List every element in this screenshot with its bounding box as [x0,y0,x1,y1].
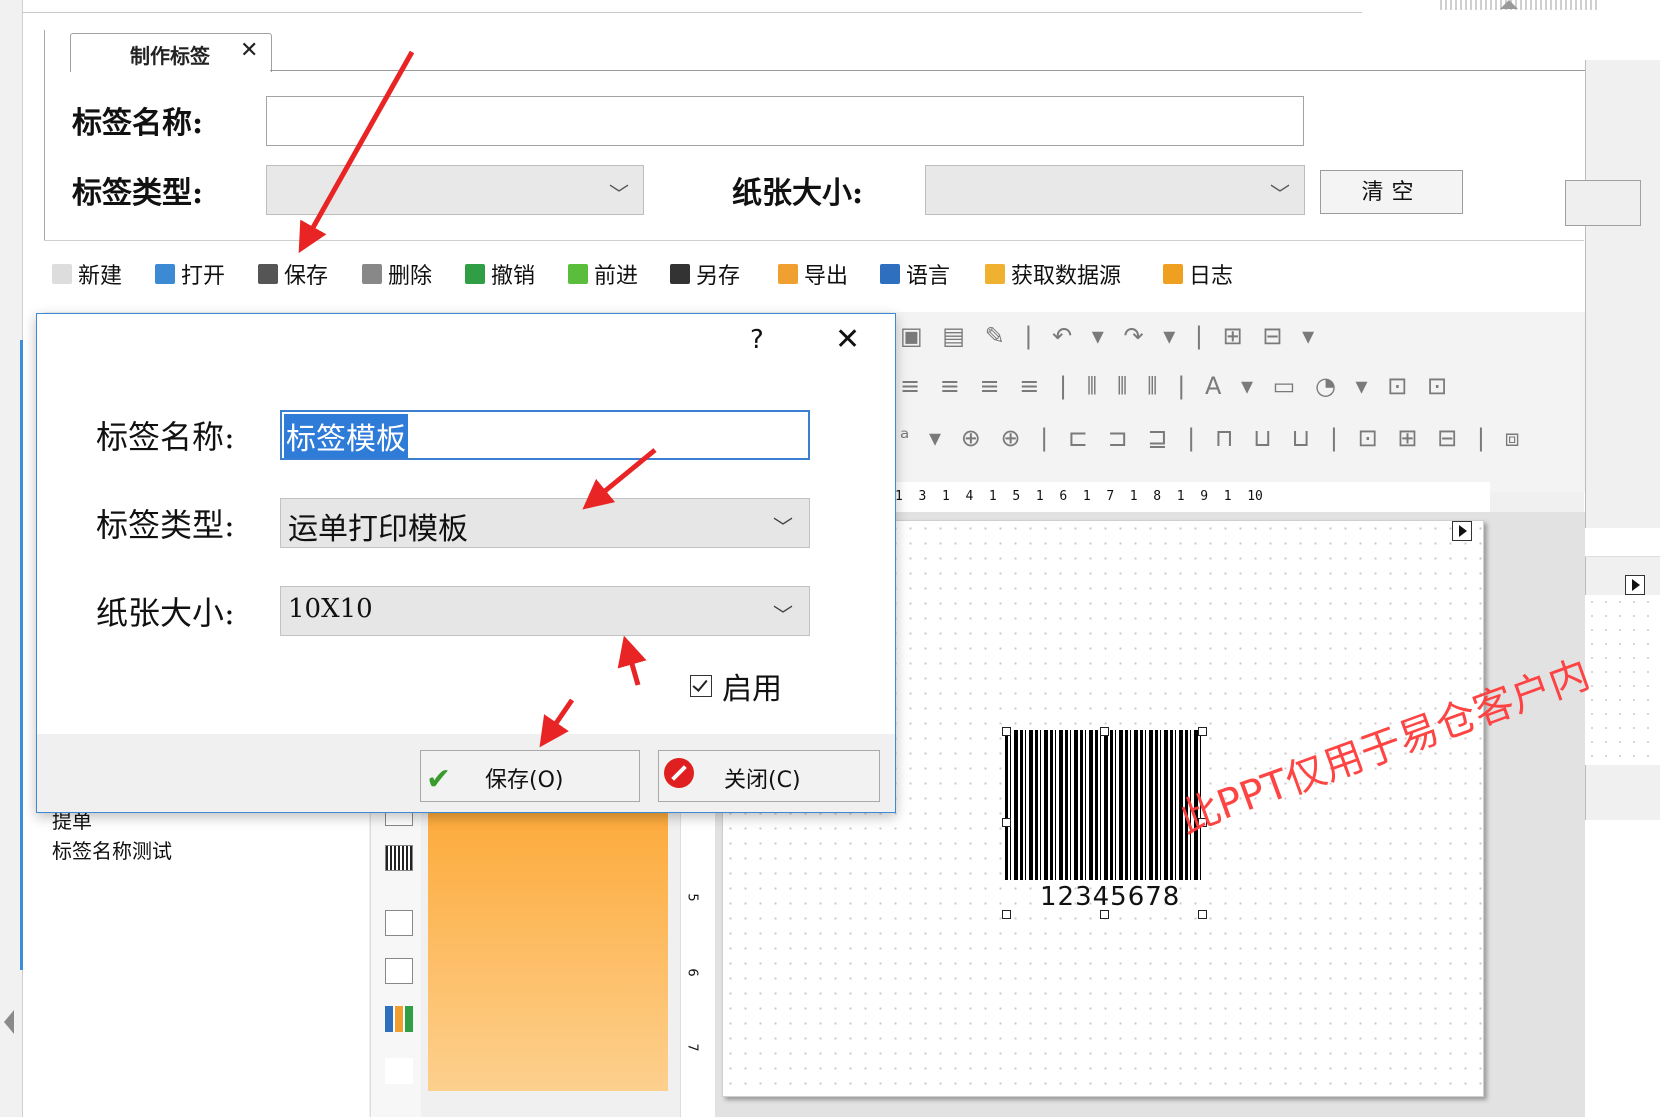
arrow-to-save [298,50,415,254]
arrow-to-save-button [539,698,575,748]
arrow-to-paper [617,635,647,686]
annotation-arrows [298,50,657,748]
arrow-to-type [582,448,657,510]
